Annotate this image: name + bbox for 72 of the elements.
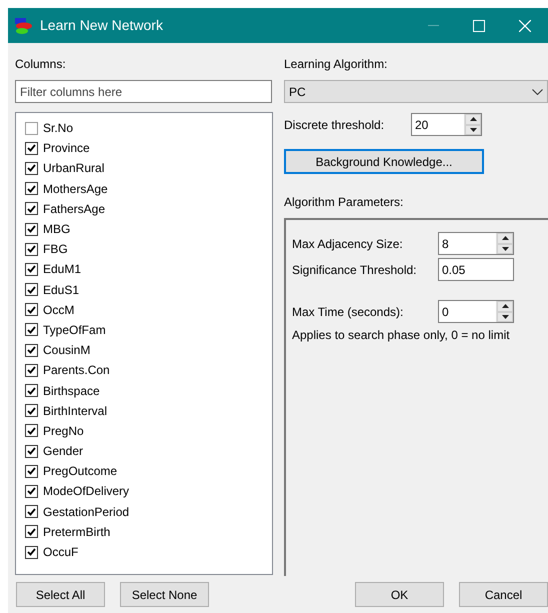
column-label[interactable]: Province: [43, 141, 90, 156]
checkbox[interactable]: [25, 262, 38, 276]
column-label[interactable]: FBG: [43, 242, 68, 256]
parameter-spinner[interactable]: 0: [438, 300, 514, 323]
column-label[interactable]: OccuF: [43, 545, 78, 560]
column-label[interactable]: EduS1: [43, 282, 80, 297]
checkbox[interactable]: [25, 344, 38, 357]
checkbox[interactable]: [25, 484, 38, 498]
minimize-icon: [428, 25, 438, 26]
checkbox[interactable]: [25, 505, 38, 518]
columns-label: Columns:: [15, 57, 66, 71]
parameter-label: Max Time (seconds):: [292, 304, 404, 318]
column-label[interactable]: PregOutcome: [43, 464, 118, 478]
checkbox[interactable]: [25, 404, 38, 418]
column-label[interactable]: Birthspace: [43, 384, 100, 398]
column-label[interactable]: Parents.Con: [43, 363, 110, 378]
column-label[interactable]: MothersAge: [43, 182, 108, 196]
checkbox[interactable]: [25, 162, 38, 175]
dialog-button[interactable]: OK: [355, 582, 444, 607]
column-label[interactable]: TypeOfFam: [43, 322, 106, 337]
checkbox[interactable]: [25, 303, 38, 316]
algorithm-dropdown[interactable]: PC: [284, 80, 548, 103]
checkbox[interactable]: [25, 122, 38, 135]
dialog-button[interactable]: Select None: [120, 582, 209, 607]
checkbox[interactable]: [25, 546, 38, 559]
discrete-threshold-label: Discrete threshold:: [284, 118, 386, 132]
checkbox[interactable]: [25, 464, 38, 478]
column-label[interactable]: UrbanRural: [43, 161, 104, 176]
column-label[interactable]: MBG: [43, 222, 70, 236]
spin-buttons[interactable]: [496, 301, 513, 322]
checkbox[interactable]: [25, 424, 38, 438]
checkbox[interactable]: [25, 525, 38, 538]
checkbox[interactable]: [25, 182, 38, 196]
parameter-label: Significance Threshold:: [292, 262, 418, 276]
checkbox[interactable]: [25, 323, 38, 336]
parameter-spinner[interactable]: 8: [438, 232, 514, 255]
dialog-button[interactable]: Cancel: [459, 582, 548, 607]
algorithm-label: Learning Algorithm:: [284, 57, 388, 71]
column-label[interactable]: ModeOfDelivery: [43, 484, 130, 498]
column-label[interactable]: CousinM: [43, 343, 90, 358]
column-label[interactable]: PretermBirth: [43, 524, 110, 539]
app-icon: [14, 16, 34, 34]
checkbox[interactable]: [25, 283, 38, 296]
close-icon: [519, 20, 531, 32]
spin-buttons[interactable]: [496, 233, 513, 254]
column-label[interactable]: OccM: [43, 302, 74, 317]
checkbox[interactable]: [25, 142, 38, 155]
filter-field[interactable]: Filter columns here: [15, 80, 272, 103]
window-title: Learn New Network: [40, 16, 164, 35]
column-label[interactable]: FathersAge: [43, 202, 106, 216]
parameters-label: Algorithm Parameters:: [284, 195, 404, 209]
background-knowledge-button[interactable]: Background Knowledge...: [284, 149, 484, 174]
column-label[interactable]: BirthInterval: [43, 404, 108, 418]
column-label[interactable]: PregNo: [43, 424, 84, 438]
checkbox[interactable]: [25, 202, 38, 216]
spin-buttons[interactable]: [464, 114, 481, 135]
parameter-field[interactable]: 0.05: [438, 258, 514, 281]
checkbox[interactable]: [25, 222, 38, 236]
chevron-down-icon: [532, 88, 543, 94]
parameter-note: Applies to search phase only, 0 = no limit: [292, 328, 510, 342]
maximize-icon: [473, 20, 485, 32]
checkbox[interactable]: [25, 364, 38, 377]
discrete-threshold-spinner[interactable]: 20: [411, 113, 482, 136]
dialog-button[interactable]: Select All: [16, 582, 105, 607]
column-label[interactable]: Gender: [43, 444, 84, 458]
column-label[interactable]: Sr.No: [43, 121, 74, 136]
checkbox[interactable]: [25, 242, 38, 256]
column-label[interactable]: GestationPeriod: [43, 504, 130, 519]
column-label[interactable]: EduM1: [43, 262, 82, 276]
checkbox[interactable]: [25, 444, 38, 458]
checkbox[interactable]: [25, 384, 38, 398]
parameter-label: Max Adjacency Size:: [292, 236, 404, 250]
